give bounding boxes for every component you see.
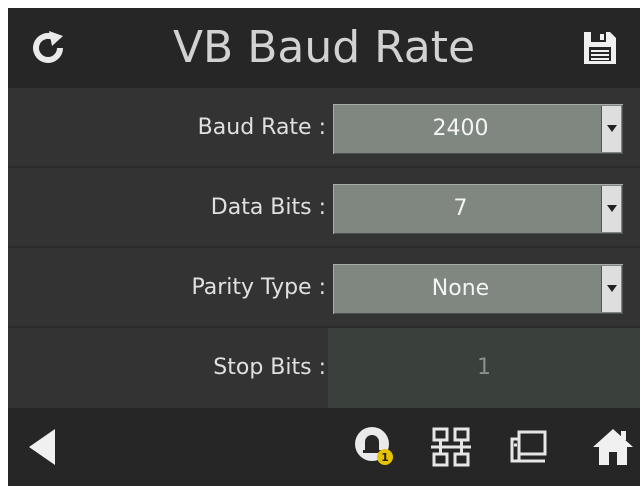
chevron-down-icon[interactable] <box>601 266 621 312</box>
setting-row-baud-rate: Baud Rate : 2400 <box>8 88 640 168</box>
page-title: VB Baud Rate <box>172 22 476 73</box>
setting-row-stop-bits: Stop Bits : 1 <box>8 328 640 408</box>
stop-bits-value-field: 1 <box>328 328 640 408</box>
setting-label: Parity Type : <box>191 275 327 300</box>
dropdown-value: 7 <box>453 196 468 221</box>
home-icon <box>593 429 633 465</box>
data-bits-dropdown[interactable]: 7 <box>333 184 623 234</box>
home-button[interactable] <box>588 408 638 486</box>
setting-label: Data Bits : <box>210 195 326 220</box>
header-bar: VB Baud Rate <box>8 8 640 88</box>
setting-row-data-bits: Data Bits : 7 <box>8 168 640 248</box>
setting-row-parity-type: Parity Type : None <box>8 248 640 328</box>
dropdown-value: None <box>431 276 490 301</box>
setting-label: Baud Rate : <box>197 115 326 140</box>
readonly-value: 1 <box>477 355 491 380</box>
alarm-bell-icon: 1 <box>355 427 393 465</box>
network-button[interactable] <box>426 408 476 486</box>
terminal-icon <box>510 430 547 463</box>
app-screen: VB Baud Rate Baud Rate : 2400 Data Bits … <box>8 8 640 486</box>
back-arrow-icon <box>29 429 55 465</box>
alarm-button[interactable]: 1 <box>350 408 400 486</box>
footer-bar: 1 <box>8 408 640 486</box>
alarm-count-badge: 1 <box>381 451 389 464</box>
parity-type-dropdown[interactable]: None <box>333 264 623 314</box>
terminal-button[interactable] <box>506 408 552 486</box>
settings-list: Baud Rate : 2400 Data Bits : 7 Parity Ty… <box>8 88 640 408</box>
save-icon <box>584 32 616 64</box>
chevron-down-icon[interactable] <box>601 186 621 232</box>
baud-rate-dropdown[interactable]: 2400 <box>333 104 623 154</box>
save-button[interactable] <box>560 8 640 88</box>
dropdown-value: 2400 <box>432 116 489 141</box>
chevron-down-icon[interactable] <box>601 106 621 152</box>
network-icon <box>431 427 471 467</box>
back-button[interactable] <box>22 408 62 486</box>
setting-label: Stop Bits : <box>213 355 326 380</box>
